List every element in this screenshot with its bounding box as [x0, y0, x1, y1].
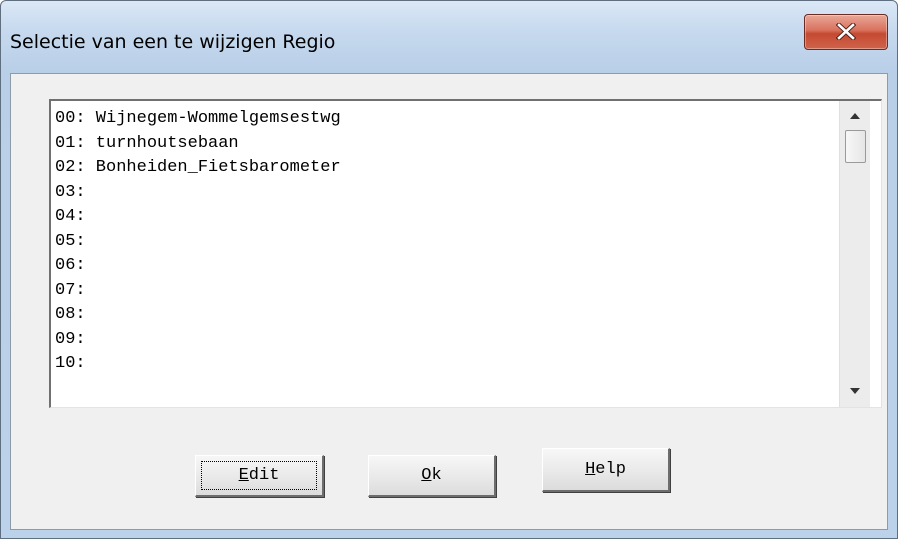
region-listbox[interactable]: 00: Wijnegem-Wommelgemsestwg 01: turnhou…	[49, 99, 882, 408]
window-title: Selectie van een te wijzigen Regio	[10, 31, 336, 53]
ok-button[interactable]: Ok	[368, 455, 496, 497]
help-button-label: Help	[585, 460, 626, 479]
list-item[interactable]: 00: Wijnegem-Wommelgemsestwg	[55, 107, 341, 132]
dialog-window: Selectie van een te wijzigen Regio 00: W…	[0, 0, 898, 539]
focus-ring	[201, 461, 317, 490]
title-bar[interactable]: Selectie van een te wijzigen Regio	[1, 1, 897, 73]
list-item[interactable]: 03:	[55, 181, 341, 206]
list-item[interactable]: 01: turnhoutsebaan	[55, 132, 341, 157]
list-item[interactable]: 07:	[55, 279, 341, 304]
ok-button-label: Ok	[421, 466, 442, 485]
region-list: 00: Wijnegem-Wommelgemsestwg 01: turnhou…	[55, 107, 341, 377]
edit-button[interactable]: Edit	[195, 455, 324, 497]
scroll-up-button[interactable]	[840, 101, 870, 131]
scroll-down-button[interactable]	[840, 377, 870, 407]
list-item[interactable]: 06:	[55, 254, 341, 279]
help-button[interactable]: Help	[542, 448, 670, 492]
list-item[interactable]: 08:	[55, 303, 341, 328]
dialog-client-area: 00: Wijnegem-Wommelgemsestwg 01: turnhou…	[10, 73, 888, 530]
list-item[interactable]: 09:	[55, 328, 341, 353]
vertical-scrollbar[interactable]	[839, 101, 870, 407]
list-item[interactable]: 02: Bonheiden_Fietsbarometer	[55, 156, 341, 181]
scroll-thumb[interactable]	[845, 130, 866, 163]
list-item[interactable]: 10:	[55, 352, 341, 377]
list-item[interactable]: 04:	[55, 205, 341, 230]
list-item[interactable]: 05:	[55, 230, 341, 255]
close-button[interactable]	[804, 14, 888, 50]
